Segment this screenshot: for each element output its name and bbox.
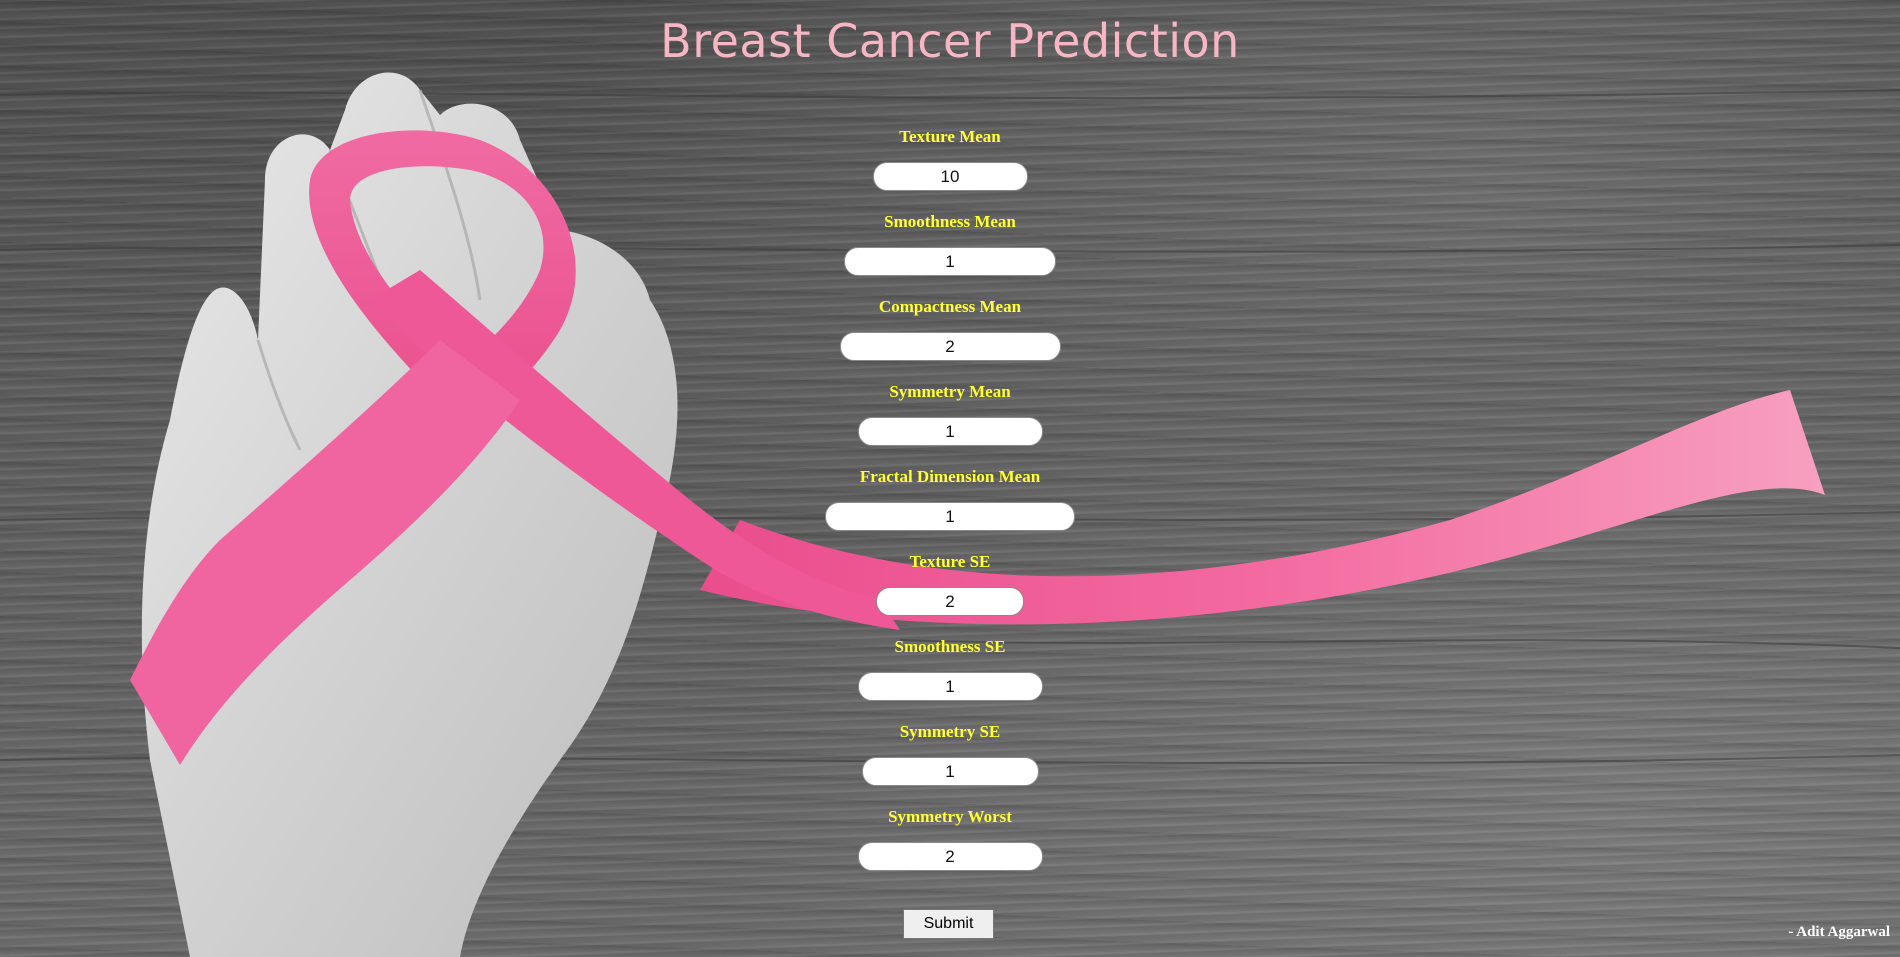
fractal-dimension-mean-input[interactable] xyxy=(825,502,1075,531)
texture-mean-input[interactable] xyxy=(872,162,1028,191)
field-smoothness-se: Smoothness SE xyxy=(0,635,1900,720)
field-symmetry-worst: Symmetry Worst xyxy=(0,805,1900,890)
texture-se-label: Texture SE xyxy=(909,552,991,571)
field-compactness-mean: Compactness Mean xyxy=(0,295,1900,380)
symmetry-worst-input[interactable] xyxy=(857,842,1043,871)
symmetry-se-input[interactable] xyxy=(861,757,1039,786)
symmetry-mean-input[interactable] xyxy=(857,417,1043,446)
field-texture-mean: Texture Mean xyxy=(0,125,1900,210)
field-symmetry-mean: Symmetry Mean xyxy=(0,380,1900,465)
symmetry-worst-label: Symmetry Worst xyxy=(888,807,1012,826)
symmetry-se-label: Symmetry SE xyxy=(899,722,1001,741)
fractal-dimension-mean-label: Fractal Dimension Mean xyxy=(859,467,1041,486)
texture-mean-label: Texture Mean xyxy=(899,127,1001,146)
smoothness-mean-input[interactable] xyxy=(844,247,1056,276)
field-texture-se: Texture SE xyxy=(0,550,1900,635)
smoothness-se-input[interactable] xyxy=(857,672,1043,701)
page-title: Breast Cancer Prediction xyxy=(660,14,1240,68)
texture-se-input[interactable] xyxy=(876,587,1024,616)
symmetry-mean-label: Symmetry Mean xyxy=(889,382,1011,401)
prediction-form: Texture Mean Smoothness Mean Compactness… xyxy=(0,125,1900,890)
author-credit: - Adit Aggarwal xyxy=(1788,924,1890,940)
field-fractal-dimension-mean: Fractal Dimension Mean xyxy=(0,465,1900,550)
compactness-mean-input[interactable] xyxy=(839,332,1061,361)
smoothness-se-label: Smoothness SE xyxy=(894,637,1006,656)
smoothness-mean-label: Smoothness Mean xyxy=(884,212,1016,231)
field-symmetry-se: Symmetry SE xyxy=(0,720,1900,805)
submit-button[interactable]: Submit xyxy=(903,909,994,939)
compactness-mean-label: Compactness Mean xyxy=(878,297,1022,316)
field-smoothness-mean: Smoothness Mean xyxy=(0,210,1900,295)
